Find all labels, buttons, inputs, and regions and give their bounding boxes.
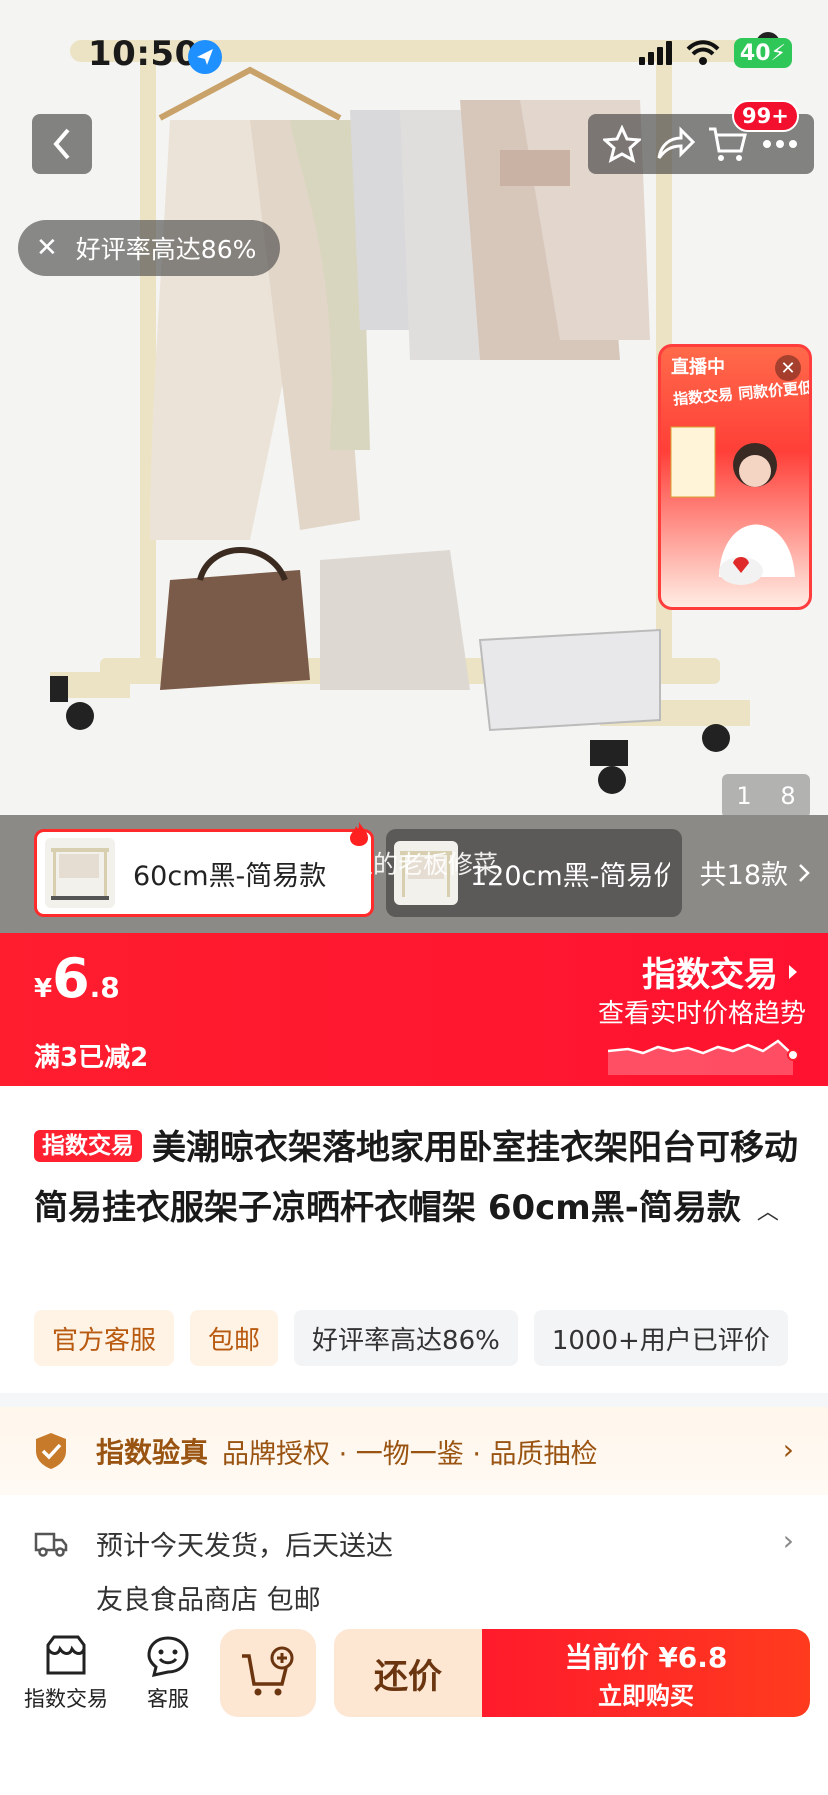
more-variants-link[interactable]: 共18款 bbox=[700, 853, 810, 892]
share-button[interactable] bbox=[652, 121, 698, 167]
cart-count-badge: 99+ bbox=[732, 100, 799, 132]
chevron-right-icon: › bbox=[782, 1524, 794, 1557]
price-trend-text: 查看实时价格趋势 bbox=[597, 999, 806, 1029]
chevron-right-icon: › bbox=[782, 1433, 794, 1466]
verify-bar[interactable]: 指数验真 品牌授权 · 一物一鉴 · 品质抽检 › bbox=[0, 1407, 828, 1495]
price-banner[interactable]: ¥ 6 .8 满3已减2 指数交易 查看实时价格趋势 bbox=[0, 933, 828, 1086]
danmaku-overlay-text: 上的老板修菜 bbox=[348, 850, 499, 879]
back-button[interactable] bbox=[32, 114, 92, 174]
share-icon bbox=[657, 126, 695, 159]
status-time: 10:50 bbox=[88, 34, 199, 74]
review-rate-pill[interactable]: ✕ 好评率高达86% bbox=[18, 220, 281, 276]
add-to-cart-button[interactable] bbox=[220, 1629, 316, 1717]
shipping-estimate: 预计今天发货，后天送达 bbox=[96, 1531, 393, 1562]
variant-label: 60cm黑-简易款 bbox=[133, 860, 327, 892]
bottom-action-bar: 指数交易 客服 还价 当前价 ¥6.8 立即购买 bbox=[0, 1615, 828, 1795]
index-trade-tag: 指数交易 bbox=[34, 1130, 142, 1162]
shop-shipping-info: 友良食品商店 包邮 bbox=[96, 1585, 321, 1616]
verify-subtitle: 品牌授权 · 一物一鉴 · 品质抽检 bbox=[222, 1438, 598, 1470]
chevron-left-icon bbox=[53, 128, 70, 160]
live-stream-card[interactable]: 直播中 ✕ 指数交易 同款价更低 bbox=[658, 344, 812, 610]
product-title-block[interactable]: 指数交易 美潮晾衣架落地家用卧室挂衣架阳台可移动简易挂衣服架子凉晒杆衣帽架 60c… bbox=[34, 1118, 814, 1243]
tag-review-count[interactable]: 1000+用户已评价 bbox=[533, 1310, 788, 1366]
triangle-right-icon bbox=[789, 964, 797, 979]
variant-thumbnail bbox=[45, 838, 115, 908]
product-title: 美潮晾衣架落地家用卧室挂衣架阳台可移动简易挂衣服架子凉晒杆衣帽架 60cm黑-简… bbox=[34, 1128, 798, 1228]
status-bar: 10:50 40 ⚡ bbox=[0, 0, 828, 110]
variant-label: 120cm黑-简易价 bbox=[470, 860, 670, 892]
discount-text: 满3已减2 bbox=[34, 1043, 149, 1073]
section-divider bbox=[0, 1393, 828, 1407]
favorite-button[interactable] bbox=[599, 121, 645, 167]
flame-icon bbox=[350, 822, 368, 846]
tag-free-shipping[interactable]: 包邮 bbox=[190, 1310, 279, 1366]
variant-selector: 60cm黑-简易款 120cm黑-简易价 上的老板修菜 共18款 bbox=[0, 815, 828, 933]
bargain-button[interactable]: 还价 bbox=[334, 1629, 482, 1717]
product-image-gallery[interactable]: 10:50 40 ⚡ 99+ ✕ 好评率高达86% 直播中 ✕ 指数交易 同款价… bbox=[0, 0, 828, 815]
truck-icon bbox=[34, 1532, 68, 1557]
verify-title: 指数验真 bbox=[96, 1436, 209, 1469]
battery-icon: 40 ⚡ bbox=[733, 38, 792, 68]
location-icon bbox=[188, 40, 222, 74]
image-counter: 1 8 bbox=[722, 774, 810, 815]
smile-chat-icon bbox=[147, 1636, 189, 1677]
star-icon bbox=[603, 125, 642, 163]
cellular-signal-icon bbox=[638, 41, 672, 65]
variant-option-selected[interactable]: 60cm黑-简易款 bbox=[34, 829, 374, 917]
service-tags: 官方客服 包邮 好评率高达86% 1000+用户已评价 bbox=[34, 1310, 788, 1366]
index-trade-link[interactable]: 指数交易 bbox=[642, 947, 798, 996]
live-host-image bbox=[670, 426, 795, 585]
shield-check-icon bbox=[36, 1433, 66, 1469]
current-price: ¥ 6 .8 bbox=[34, 947, 120, 1010]
store-icon bbox=[46, 1635, 86, 1675]
cart-plus-icon bbox=[242, 1646, 294, 1696]
close-icon[interactable]: ✕ bbox=[36, 233, 58, 263]
chevron-up-icon[interactable]: ︿ bbox=[757, 1183, 779, 1243]
price-trend-sparkline bbox=[608, 1039, 799, 1075]
review-rate-text: 好评率高达86% bbox=[75, 235, 257, 264]
wifi-icon bbox=[686, 40, 720, 65]
buy-now-button[interactable]: 当前价 ¥6.8 立即购买 bbox=[482, 1629, 810, 1717]
customer-service-nav[interactable]: 客服 bbox=[146, 1635, 190, 1713]
index-trade-nav[interactable]: 指数交易 bbox=[24, 1635, 108, 1713]
chevron-right-icon bbox=[799, 863, 810, 882]
tag-review-rate[interactable]: 好评率高达86% bbox=[294, 1310, 518, 1366]
tag-official-service[interactable]: 官方客服 bbox=[34, 1310, 175, 1366]
more-dots-icon bbox=[762, 140, 797, 148]
